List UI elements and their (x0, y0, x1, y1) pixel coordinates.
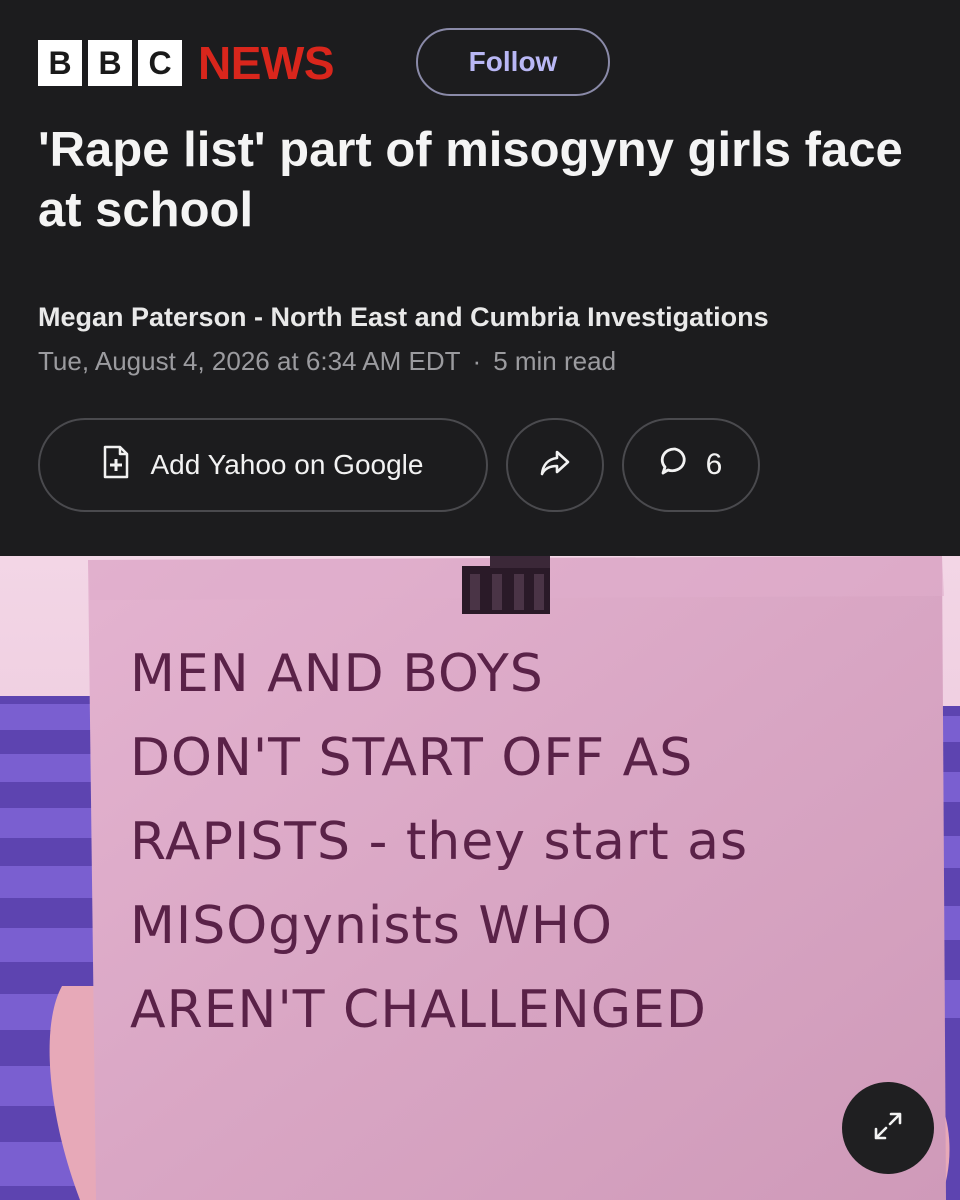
share-arrow-icon (539, 449, 571, 482)
add-document-icon (103, 445, 129, 486)
logo-news-word: NEWS (198, 37, 335, 89)
logo-letter-b2: B (88, 40, 132, 86)
add-yahoo-label: Add Yahoo on Google (150, 449, 424, 480)
comments-button[interactable]: 6 (622, 418, 760, 512)
article-headline: 'Rape list' part of misogyny girls face … (38, 123, 903, 237)
article-meta: Tue, August 4, 2026 at 6:34 AM EDT · 5 min… (38, 346, 616, 377)
expand-image-button[interactable] (842, 1082, 934, 1174)
sign-line: RAPISTS - they start as (130, 812, 749, 872)
meta-separator: · (472, 346, 482, 376)
comment-bubble-icon (660, 446, 690, 484)
sign-line: MEN AND BOYS (130, 644, 544, 704)
logo-letter-b1: B (38, 40, 82, 86)
follow-button[interactable]: Follow (416, 28, 610, 96)
comment-count: 6 (705, 448, 723, 481)
bbc-news-logo[interactable]: B B C NEWS (38, 28, 335, 98)
sign-line: AREN'T CHALLENGED (130, 980, 707, 1040)
publish-date: Tue, August 4, 2026 at 6:34 AM EDT (38, 346, 461, 376)
sign-line: MISOgynists WHO (130, 896, 613, 956)
add-yahoo-on-google-button[interactable]: Add Yahoo on Google (38, 418, 488, 512)
share-button[interactable] (506, 418, 604, 512)
sign-line: DON'T START OFF AS (130, 728, 694, 788)
read-time: 5 min read (493, 346, 617, 376)
expand-icon (871, 1109, 905, 1148)
article-header: B B C NEWS Follow 'Rape list' part of mi… (0, 0, 960, 556)
article-byline[interactable]: Megan Paterson - North East and Cumbria … (38, 302, 769, 333)
logo-letter-c: C (138, 40, 182, 86)
sign-handwriting: MEN AND BOYS DON'T START OFF AS RAPISTS … (130, 632, 890, 1052)
